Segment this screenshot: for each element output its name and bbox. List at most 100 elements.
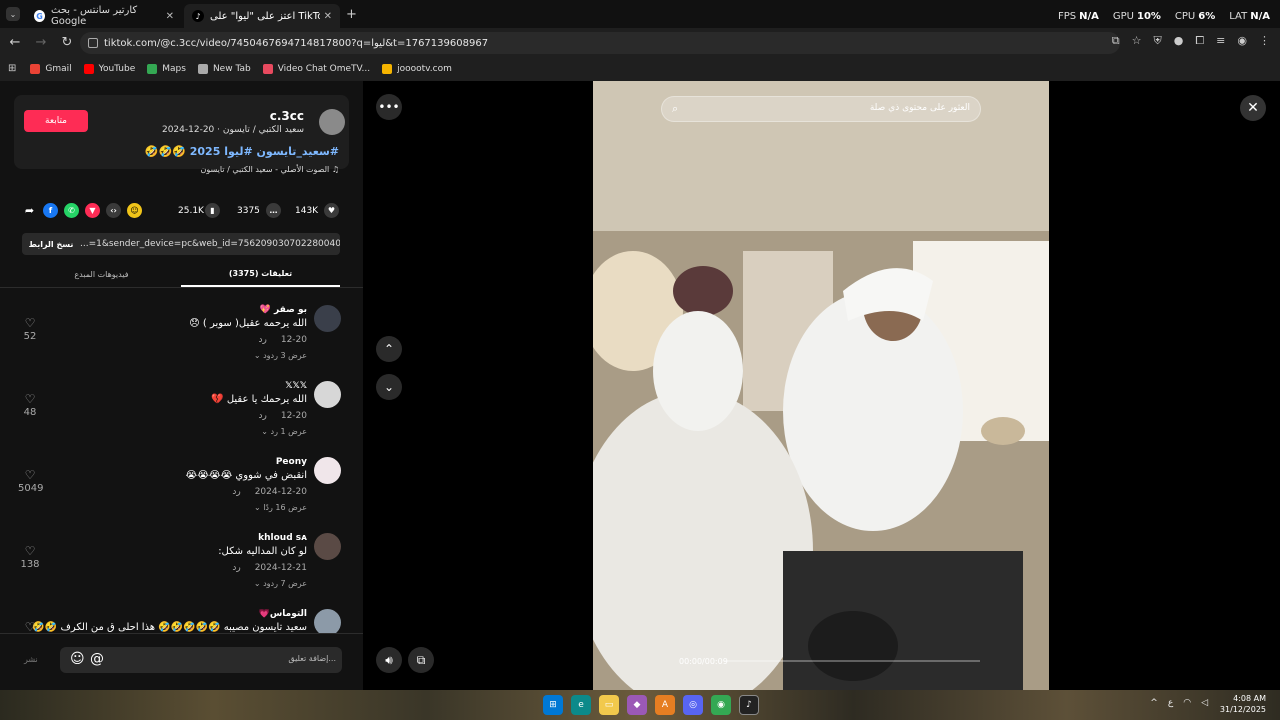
heart-icon[interactable]: ♥ xyxy=(324,203,339,218)
url-bar[interactable]: tiktok.com/@c.3cc/video/7450467694714817… xyxy=(80,32,1120,54)
reply-button[interactable]: رد xyxy=(232,487,240,497)
reply-button[interactable]: رد xyxy=(232,563,240,573)
tab-search-button[interactable]: ⌄ xyxy=(6,7,20,21)
bookmark-icon[interactable]: ▮ xyxy=(205,203,220,218)
comment-like[interactable]: ♡ 48 xyxy=(18,393,42,418)
file-explorer-icon[interactable]: ▭ xyxy=(599,695,619,715)
system-clock[interactable]: 4:08 AM 31/12/2025 xyxy=(1220,693,1266,715)
comment-like[interactable]: ♡ 52 xyxy=(18,317,42,342)
extensions-puzzle-icon[interactable]: ⧠ xyxy=(1195,34,1204,48)
reply-button[interactable]: رد xyxy=(258,411,266,421)
bookmark-youtube[interactable]: YouTube xyxy=(83,63,135,74)
close-icon[interactable]: ✕ xyxy=(1240,95,1266,121)
tiktok-app-icon[interactable]: ♪ xyxy=(739,695,759,715)
new-tab-button[interactable]: + xyxy=(346,7,357,22)
facebook-icon[interactable]: f xyxy=(43,203,58,218)
extension-shield-icon[interactable]: ⛨ xyxy=(1154,34,1162,48)
commenter-name[interactable]: بو صقر 💖 xyxy=(260,305,307,315)
reload-icon[interactable]: ↻ xyxy=(56,31,78,53)
comment-icon[interactable]: … xyxy=(266,203,281,218)
bookmark-ometv[interactable]: Video Chat OmeTV... xyxy=(262,63,370,74)
reply-button[interactable]: رد xyxy=(258,335,266,345)
app-icon[interactable]: ◆ xyxy=(627,695,647,715)
share-url-text[interactable]: ...=1&sender_device=pc&web_id=7562090307… xyxy=(80,239,340,249)
follow-button[interactable]: متابعة xyxy=(24,110,88,132)
whatsapp-icon[interactable]: ✆ xyxy=(64,203,79,218)
sound-info[interactable]: ♫ الصوت الأصلي - سعيد الكتبي / تايسون xyxy=(201,165,340,174)
commenter-avatar[interactable] xyxy=(314,609,341,633)
profile-avatar[interactable]: ◉ xyxy=(1237,34,1247,48)
author-avatar[interactable] xyxy=(319,109,345,135)
commenter-name[interactable]: 𝕏𝕏𝕏 xyxy=(285,381,307,391)
bookmark-maps[interactable]: Maps xyxy=(147,63,186,74)
view-replies-button[interactable]: عرض 1 رد ⌄ xyxy=(261,427,307,436)
emoji-icon[interactable]: ☺ xyxy=(70,651,85,667)
tab-creator-videos[interactable]: فيديوهات المبدع xyxy=(22,261,181,287)
bookmark-gmail[interactable]: Gmail xyxy=(30,63,72,74)
menu-icon[interactable]: ⋮ xyxy=(1259,34,1270,48)
embed-icon[interactable]: ‹› xyxy=(106,203,121,218)
bookmark-star-icon[interactable]: ☆ xyxy=(1132,34,1142,48)
tab-comments[interactable]: تعليقات (3375) xyxy=(181,261,340,287)
close-tab-button[interactable]: ✕ xyxy=(324,11,332,22)
wifi-icon[interactable]: ◠ xyxy=(1183,698,1191,708)
comment-input[interactable]: ☺ @ إضافة تعليق... xyxy=(60,647,342,673)
view-replies-button[interactable]: عرض 3 ردود ⌄ xyxy=(254,351,307,360)
video-player[interactable]: ⌕ العثور على محتوى ذي صلة 00:00/00:09 xyxy=(593,81,1049,690)
discord-icon[interactable]: ◎ xyxy=(683,695,703,715)
video-caption[interactable]: #سعيد_تايسون #ليوا 2025 🤣🤣🤣 xyxy=(145,145,339,158)
system-tray: ^ ع ◠ ◁ xyxy=(1150,698,1208,708)
mention-icon[interactable]: @ xyxy=(90,651,104,667)
picture-in-picture-icon[interactable]: ⧉ xyxy=(408,647,434,673)
related-search-bar[interactable]: ⌕ العثور على محتوى ذي صلة xyxy=(661,96,981,122)
media-icon[interactable]: ≡ xyxy=(1216,34,1225,48)
next-video-button[interactable]: ⌄ xyxy=(376,374,402,400)
view-replies-button[interactable]: عرض 7 ردود ⌄ xyxy=(254,579,307,588)
edge-icon[interactable]: e xyxy=(571,695,591,715)
commenter-avatar[interactable] xyxy=(314,533,341,560)
comment-text: سعيد تايسون مصيبه 🤣🤣🤣🤣🤣 هذا احلى ق من ال… xyxy=(32,622,307,633)
volume-tray-icon[interactable]: ◁ xyxy=(1201,698,1208,708)
chrome-icon[interactable]: ◉ xyxy=(711,695,731,715)
tab-title: كارتير سانتس - بحث Google xyxy=(51,5,138,27)
coin-icon[interactable]: ☺ xyxy=(127,203,142,218)
heart-outline-icon: ♡ xyxy=(24,620,36,633)
commenter-avatar[interactable] xyxy=(314,381,341,408)
tab-tiktok[interactable]: ♪ اعتز على "ليوا" على TikTok | 🔊 ✕ xyxy=(184,4,340,28)
volume-icon[interactable]: 🔊︎ xyxy=(376,647,402,673)
commenter-name[interactable]: Peony xyxy=(276,457,307,467)
previous-video-button[interactable]: ⌃ xyxy=(376,336,402,362)
video-progress-bar[interactable] xyxy=(724,660,980,662)
app-icon-2[interactable]: A xyxy=(655,695,675,715)
apps-grid-icon[interactable]: ⊞ xyxy=(8,63,16,74)
chevron-up-icon[interactable]: ^ xyxy=(1150,698,1158,708)
comment-like[interactable]: ♡ xyxy=(18,621,42,633)
comment-like[interactable]: ♡ 5049 xyxy=(18,469,43,494)
tiktok-share-icon[interactable]: ▼ xyxy=(85,203,100,218)
commenter-name[interactable]: التوماس💗 xyxy=(259,609,307,619)
commenter-name[interactable]: khloud ꜱᴀ xyxy=(258,533,307,543)
language-indicator[interactable]: ع xyxy=(1168,698,1173,708)
tab-google[interactable]: G كارتير سانتس - بحث Google ✕ xyxy=(26,4,182,28)
site-info-icon[interactable] xyxy=(88,38,98,48)
view-replies-button[interactable]: عرض 16 ردًا ⌄ xyxy=(254,503,307,512)
close-tab-button[interactable]: ✕ xyxy=(166,11,174,22)
bookmark-new-tab[interactable]: New Tab xyxy=(197,63,251,74)
copy-link-button[interactable]: نسخ الرابط xyxy=(22,240,80,249)
cast-icon[interactable]: ⧉ xyxy=(1112,34,1120,48)
author-username[interactable]: c.3cc xyxy=(270,109,304,123)
share-arrow-icon[interactable]: ➦ xyxy=(22,203,37,218)
author-subtitle: سعيد الكتبي / تايسون · 20-12-2024 xyxy=(161,125,304,135)
windows-start-icon[interactable]: ⊞ xyxy=(543,695,563,715)
commenter-avatar[interactable] xyxy=(314,305,341,332)
back-icon[interactable]: ← xyxy=(4,31,26,53)
forward-icon[interactable]: → xyxy=(30,31,52,53)
more-options-button[interactable]: ••• xyxy=(376,94,402,120)
commenter-avatar[interactable] xyxy=(314,457,341,484)
comment-like[interactable]: ♡ 138 xyxy=(18,545,42,570)
post-comment-button[interactable]: نشر xyxy=(24,655,38,664)
extension-icon[interactable]: ● xyxy=(1174,34,1184,48)
bookmark-jooootv[interactable]: joooo​tv.com xyxy=(382,63,452,74)
clock-date: 31/12/2025 xyxy=(1219,705,1266,714)
comment-like-count: 138 xyxy=(20,559,40,570)
